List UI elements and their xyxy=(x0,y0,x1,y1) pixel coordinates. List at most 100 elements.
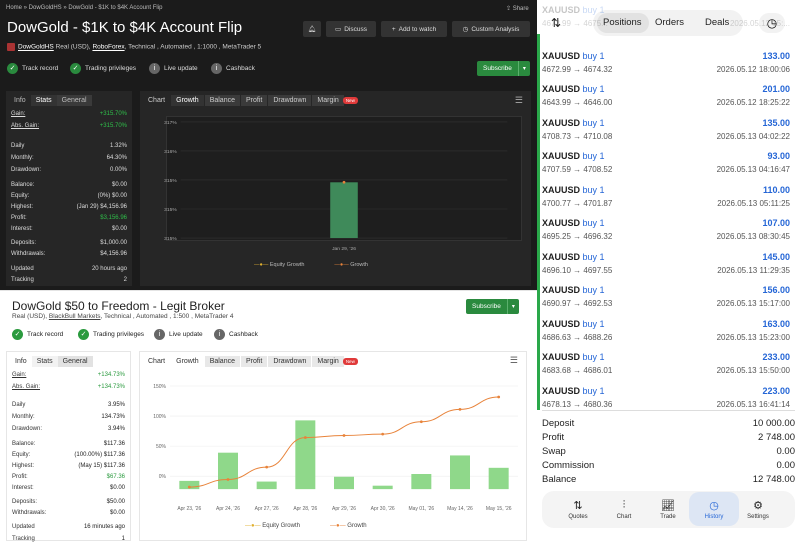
tab-growth[interactable]: Growth xyxy=(171,95,204,106)
tab-margin[interactable]: Margin xyxy=(312,356,344,367)
broker-link[interactable]: BlackBull Markets xyxy=(49,313,101,320)
legend-growth[interactable]: —●— Growth xyxy=(334,262,368,268)
tab-chart[interactable]: Chart xyxy=(143,95,170,106)
stat-row: Daily 1.32% xyxy=(11,143,127,149)
nav-chart[interactable]: ⫶ Chart xyxy=(603,492,645,526)
tab-margin[interactable]: Margin xyxy=(312,95,344,106)
growth-point[interactable] xyxy=(419,420,423,424)
trade-row[interactable]: XAUUSD buy 1 4672.99 → 4675... 2026.05.12 … xyxy=(542,2,795,35)
tab-info[interactable]: Info xyxy=(10,356,32,367)
cashback-badge[interactable]: i Cashback xyxy=(214,327,258,341)
tab-balance[interactable]: Balance xyxy=(204,95,240,106)
tab-info[interactable]: Info xyxy=(9,95,31,106)
trade-row[interactable]: XAUUSD buy 1 201.00 4643.99 → 4646.00 2026.… xyxy=(542,81,795,114)
tab-stats[interactable]: Stats xyxy=(31,356,58,367)
bar[interactable] xyxy=(411,474,432,490)
trade-row[interactable]: XAUUSD buy 1 135.00 4708.73 → 4710.08 2026.… xyxy=(542,115,795,148)
nav-quotes[interactable]: ⇅ Quotes xyxy=(557,492,599,526)
add-to-watch-button[interactable]: + Add to watch xyxy=(381,21,447,37)
trade-profit: 145.00 xyxy=(762,251,790,262)
bar[interactable] xyxy=(256,481,277,490)
chevron-down-icon[interactable]: ▾ xyxy=(506,299,519,314)
bar[interactable] xyxy=(295,420,316,490)
nav-history[interactable]: ◷ History xyxy=(693,492,735,526)
legend-equity-growth[interactable]: —●— Equity Growth xyxy=(254,262,304,268)
legend-growth[interactable]: —●— Growth xyxy=(330,523,367,529)
user-link[interactable]: DowGoldHS xyxy=(18,44,54,51)
tab-drawdown[interactable]: Drawdown xyxy=(268,356,312,367)
share-link[interactable]: ⇪ Share xyxy=(506,5,529,12)
cashback-badge[interactable]: i Cashback xyxy=(211,61,255,75)
stat-label: Gain: xyxy=(12,372,27,378)
trade-row[interactable]: XAUUSD buy 1 156.00 4690.97 → 4692.53 2026.… xyxy=(542,282,795,315)
stat-label: Gain: xyxy=(11,111,26,117)
page-title: DowGold $50 to Freedom - Legit Broker xyxy=(12,299,225,313)
growth-point[interactable] xyxy=(342,434,346,437)
trade-row[interactable]: XAUUSD buy 1 163.00 4686.63 → 4688.26 2026.… xyxy=(542,316,795,349)
tab-balance[interactable]: Balance xyxy=(204,356,240,367)
stat-value: $3,156.96 xyxy=(100,215,127,221)
growth-point[interactable] xyxy=(458,407,462,411)
stat-value: 1.32% xyxy=(109,143,127,149)
custom-analysis-button[interactable]: ◷ Custom Analysis xyxy=(452,21,530,37)
symbol-text: XAUUSD xyxy=(542,84,581,94)
trade-row[interactable]: XAUUSD buy 1 107.00 4695.25 → 4696.32 2026.… xyxy=(542,215,795,248)
chevron-down-icon[interactable]: ▾ xyxy=(517,61,530,76)
bar[interactable] xyxy=(372,485,393,490)
subscribe-button[interactable]: Subscribe ▾ xyxy=(466,299,519,314)
settings-icon[interactable]: ☰ xyxy=(515,95,523,106)
nav-label: Trade xyxy=(660,513,676,520)
summary-row: Commission 0.00 xyxy=(542,460,795,471)
notification-button[interactable]: 🔔︎ xyxy=(303,21,321,37)
legend-label: Growth xyxy=(347,523,367,529)
bar[interactable] xyxy=(330,182,358,239)
stat-label: Highest: xyxy=(12,463,35,469)
trading-privileges-badge[interactable]: ✓ Trading privileges xyxy=(78,327,144,341)
settings-icon[interactable]: ☰ xyxy=(510,355,518,366)
tab-drawdown[interactable]: Drawdown xyxy=(268,95,312,106)
trading-privileges-badge[interactable]: ✓ Trading privileges xyxy=(70,61,136,75)
track-record-badge[interactable]: ✓ Track record xyxy=(12,327,63,341)
stat-row: Profit: $3,156.96 xyxy=(11,215,127,221)
bar[interactable] xyxy=(450,455,470,490)
breadcrumb[interactable]: Home » DowGoldHS » DowGold - $1K to $4K … xyxy=(6,5,162,11)
growth-point[interactable] xyxy=(381,432,385,436)
bar[interactable] xyxy=(334,476,354,490)
growth-point[interactable] xyxy=(342,180,346,184)
trade-row[interactable]: XAUUSD buy 1 93.00 4707.59 → 4708.52 2026.0… xyxy=(542,148,795,181)
tab-chart[interactable]: Chart xyxy=(143,356,170,367)
tab-growth[interactable]: Growth xyxy=(171,356,204,367)
legend-equity-growth[interactable]: —●— Equity Growth xyxy=(245,523,300,529)
live-update-badge[interactable]: i Live update xyxy=(149,61,198,75)
live-update-badge[interactable]: i Live update xyxy=(154,327,203,341)
growth-point[interactable] xyxy=(265,465,269,469)
account-details: Real (USD), BlackBull Markets, Technical… xyxy=(12,313,233,320)
trade-side: buy 1 xyxy=(582,385,605,396)
trade-row[interactable]: XAUUSD buy 1 110.00 4700.77 → 4701.87 2026.… xyxy=(542,182,795,215)
bar[interactable] xyxy=(218,452,238,490)
tab-profit[interactable]: Profit xyxy=(240,95,268,106)
nav-trade[interactable]: 📈︎ Trade xyxy=(647,492,689,526)
broker-link[interactable]: RoboForex xyxy=(92,44,124,51)
trade-date: 2026.05.13 15:50:00 xyxy=(716,366,790,375)
tab-general[interactable]: General xyxy=(56,95,92,106)
nav-settings[interactable]: ⚙ Settings xyxy=(737,492,779,526)
trade-row[interactable]: XAUUSD buy 1 133.00 4672.99 → 4674.32 2026.… xyxy=(542,48,795,81)
trade-prices: 4708.73 → 4710.08 xyxy=(542,131,613,141)
growth-point[interactable] xyxy=(226,478,230,481)
subscribe-button[interactable]: Subscribe ▾ xyxy=(477,61,530,76)
growth-point[interactable] xyxy=(497,395,501,399)
trade-row[interactable]: XAUUSD buy 1 145.00 4696.10 → 4697.55 2026.… xyxy=(542,249,795,282)
trade-row[interactable]: XAUUSD buy 1 233.00 4683.68 → 4686.01 2026.… xyxy=(542,349,795,382)
tab-stats[interactable]: Stats xyxy=(30,95,57,106)
share-label: Share xyxy=(512,6,529,12)
tab-general[interactable]: General xyxy=(57,356,93,367)
tab-profit[interactable]: Profit xyxy=(240,356,268,367)
discuss-button[interactable]: ▭ Discuss xyxy=(326,21,376,37)
growth-point[interactable] xyxy=(187,485,191,489)
growth-point[interactable] xyxy=(303,436,307,439)
track-record-badge[interactable]: ✓ Track record xyxy=(7,61,58,75)
trade-symbol: XAUUSD buy 1 xyxy=(542,386,605,396)
stat-row: Abs. Gain: +315.70% xyxy=(11,123,127,129)
bar[interactable] xyxy=(488,467,509,490)
